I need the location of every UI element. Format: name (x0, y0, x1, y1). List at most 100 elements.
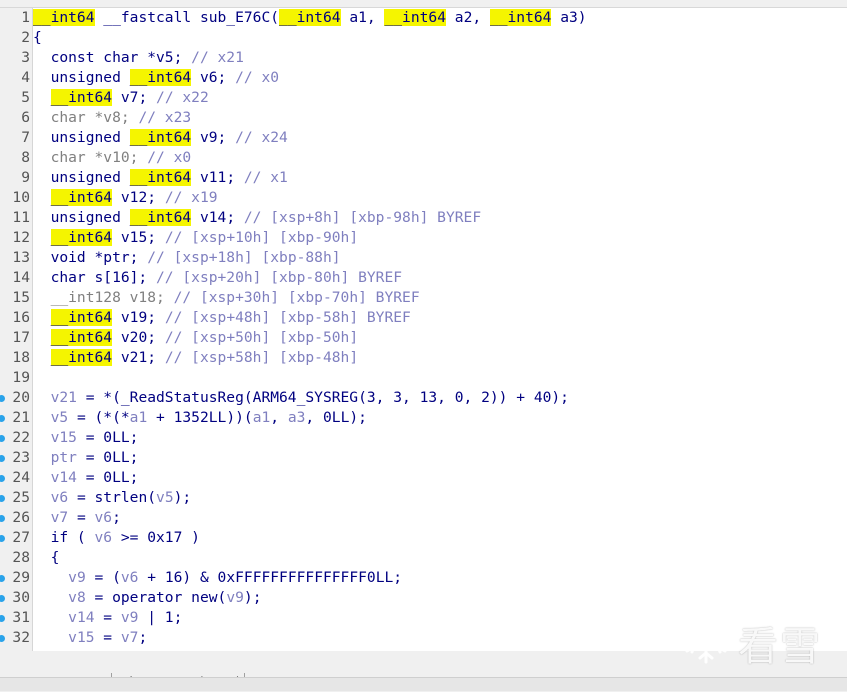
code-line[interactable]: 19 (0, 368, 847, 388)
code-token: ); (243, 589, 262, 606)
highlighted-token: __int64 (489, 9, 552, 26)
code-line[interactable]: 29 v9 = (v6 + 16) & 0xFFFFFFFFFFFFFFF0LL… (0, 568, 847, 588)
line-number: 7 (21, 129, 30, 146)
code-token: // [xsp+10h] [xbp-90h] (164, 229, 359, 246)
code-text: { (33, 548, 60, 568)
code-line[interactable]: 24 v14 = 0LL; (0, 468, 847, 488)
code-token: v15; (112, 229, 165, 246)
code-line[interactable]: 30 v8 = operator new(v9); (0, 588, 847, 608)
code-token: // x21 (191, 49, 244, 66)
highlighted-token: __int64 (279, 9, 341, 26)
code-line[interactable]: 32 v15 = v7; (0, 628, 847, 648)
code-line[interactable]: 6 char *v8; // x23 (0, 108, 847, 128)
code-text: char *v8; // x23 (33, 108, 192, 128)
code-token: if ( (33, 529, 95, 546)
code-text: const char *v5; // x21 (33, 48, 244, 68)
code-line[interactable]: 5 __int64 v7; // x22 (0, 88, 847, 108)
code-line[interactable]: 25 v6 = strlen(v5); (0, 488, 847, 508)
line-number: 5 (21, 89, 30, 106)
code-line[interactable]: 2{ (0, 28, 847, 48)
code-token: v19; (112, 309, 165, 326)
line-number: 17 (12, 329, 30, 346)
highlighted-token: __int64 (50, 89, 113, 106)
code-line[interactable]: 1 __int64 __fastcall sub_E76C(__int64 a1,… (0, 8, 847, 28)
code-token: // x0 (235, 69, 280, 86)
code-token: v14 (68, 609, 95, 626)
code-token: const char *v5; (33, 49, 192, 66)
code-token: v7 (120, 629, 139, 646)
code-token: __fastcall sub_E76C( (94, 9, 280, 26)
code-text: __int64 __fastcall sub_E76C(__int64 a1, … (33, 8, 587, 28)
code-token: // [xsp+20h] [xbp-80h] BYREF (156, 269, 403, 286)
code-line[interactable]: 9 unsigned __int64 v11; // x1 (0, 168, 847, 188)
code-text: v8 = operator new(v9); (33, 588, 261, 608)
code-token: = ( (85, 569, 121, 586)
code-token: + 16) & 0xFFFFFFFFFFFFFFF0LL; (138, 569, 403, 586)
code-token: v21 (50, 389, 77, 406)
code-text: v21 = *(_ReadStatusReg(ARM64_SYSREG(3, 3… (33, 388, 569, 408)
code-text: unsigned __int64 v14; // [xsp+8h] [xbp-9… (33, 208, 481, 228)
code-text: __int64 v19; // [xsp+48h] [xbp-58h] BYRE… (33, 308, 411, 328)
code-token: v6; (191, 69, 236, 86)
line-number: 28 (12, 549, 30, 566)
code-line[interactable]: 18 __int64 v21; // [xsp+58h] [xbp-48h] (0, 348, 847, 368)
code-line[interactable]: 20 v21 = *(_ReadStatusReg(ARM64_SYSREG(3… (0, 388, 847, 408)
code-text: __int64 v20; // [xsp+50h] [xbp-50h] (33, 328, 358, 348)
code-line[interactable]: 13 void *ptr; // [xsp+18h] [xbp-88h] (0, 248, 847, 268)
code-token: , 0LL); (305, 409, 367, 426)
code-line[interactable]: 3 const char *v5; // x21 (0, 48, 847, 68)
code-line[interactable]: 10 __int64 v12; // x19 (0, 188, 847, 208)
code-line[interactable]: 4 unsigned __int64 v6; // x0 (0, 68, 847, 88)
code-line[interactable]: 23 ptr = 0LL; (0, 448, 847, 468)
code-token: ; (112, 509, 121, 526)
line-number: 13 (12, 249, 30, 266)
code-token: ); (173, 489, 192, 506)
code-token: v9 (226, 589, 244, 606)
line-number: 11 (12, 209, 30, 226)
code-line[interactable]: 31 v14 = v9 | 1; (0, 608, 847, 628)
code-token: ptr (50, 449, 77, 466)
code-token: v6 (94, 529, 113, 546)
code-token: = (68, 509, 95, 526)
code-line[interactable]: 27 if ( v6 >= 0x17 ) (0, 528, 847, 548)
code-token: // x1 (243, 169, 288, 186)
code-token: v9 (68, 569, 86, 586)
code-token: // x23 (138, 109, 192, 126)
code-line[interactable]: 14 char s[16]; // [xsp+20h] [xbp-80h] BY… (0, 268, 847, 288)
code-line[interactable]: 11 unsigned __int64 v14; // [xsp+8h] [xb… (0, 208, 847, 228)
code-token: = 0LL; (76, 429, 139, 446)
code-line[interactable]: 16 __int64 v19; // [xsp+48h] [xbp-58h] B… (0, 308, 847, 328)
code-line[interactable]: 28 { (0, 548, 847, 568)
code-line[interactable]: 15 __int128 v18; // [xsp+30h] [xbp-70h] … (0, 288, 847, 308)
code-text: __int64 v21; // [xsp+58h] [xbp-48h] (33, 348, 358, 368)
code-token: = (94, 629, 121, 646)
code-line[interactable]: 12 __int64 v15; // [xsp+10h] [xbp-90h] (0, 228, 847, 248)
code-line[interactable]: 22 v15 = 0LL; (0, 428, 847, 448)
code-text: v9 = (v6 + 16) & 0xFFFFFFFFFFFFFFF0LL; (33, 568, 402, 588)
code-text: __int64 v7; // x22 (33, 88, 209, 108)
code-line[interactable]: 8 char *v10; // x0 (0, 148, 847, 168)
code-line[interactable]: 21 v5 = (*(*a1 + 1352LL))(a1, a3, 0LL); (0, 408, 847, 428)
code-token: { (33, 29, 42, 46)
code-token: ; (138, 629, 148, 646)
code-token: v8 (68, 589, 86, 606)
bottom-scroll-bar[interactable] (0, 677, 847, 691)
code-token: char s[16]; (33, 269, 157, 286)
pseudocode-view[interactable]: 1 __int64 __fastcall sub_E76C(__int64 a1,… (0, 7, 847, 651)
code-line[interactable]: 17 __int64 v20; // [xsp+50h] [xbp-50h] (0, 328, 847, 348)
code-token: a3 (287, 409, 306, 426)
code-line[interactable]: 7 unsigned __int64 v9; // x24 (0, 128, 847, 148)
code-token: v7; (112, 89, 157, 106)
code-line[interactable]: 26 v7 = v6; (0, 508, 847, 528)
highlighted-token: __int64 (33, 9, 95, 26)
code-token: | 1; (138, 609, 183, 626)
